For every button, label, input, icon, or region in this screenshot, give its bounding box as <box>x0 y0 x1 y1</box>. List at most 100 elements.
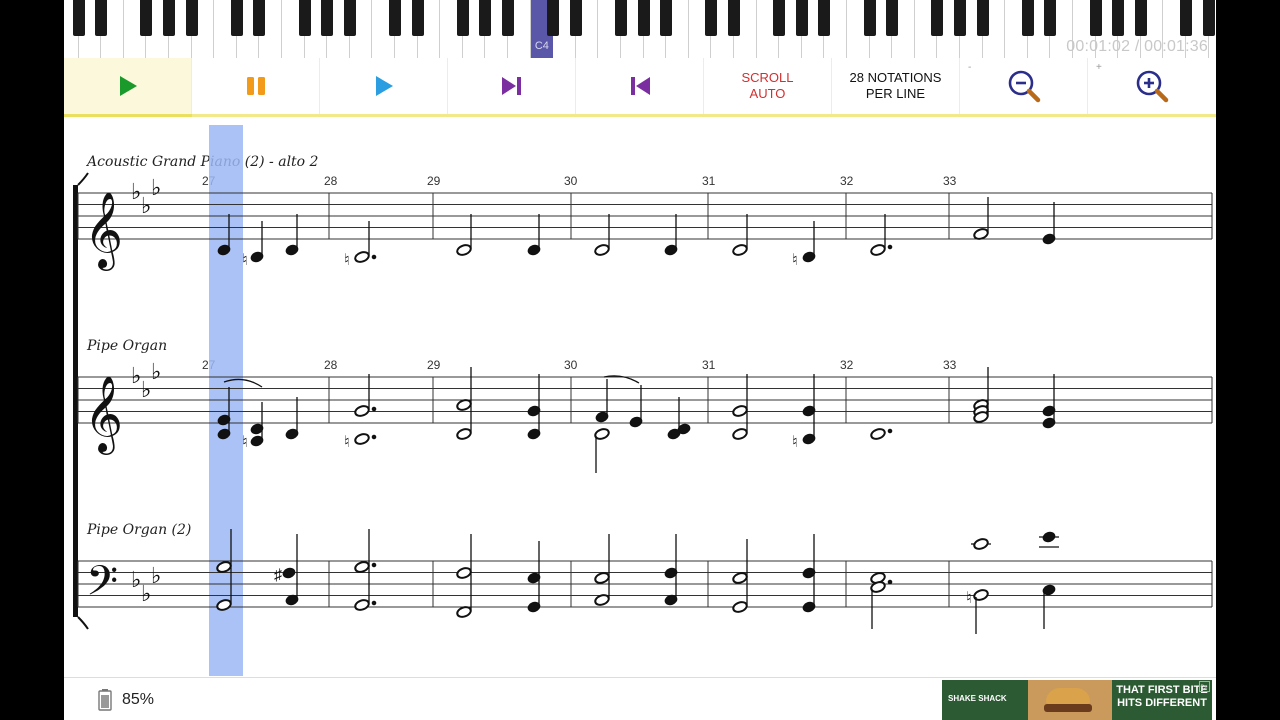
black-key[interactable] <box>705 0 718 36</box>
staff-1 <box>78 192 1212 240</box>
svg-text:♮: ♮ <box>966 590 972 607</box>
status-bar: 85% SHAKE SHACK THAT FIRST BITE HITS DIF… <box>64 677 1216 720</box>
music-notation: 𝄞 𝄞 𝄢 ♭♭♭ ♭♭♭ ♭♭♭ ♮ ♮ ♮ ♮ ♮ ♮ ♯ ♮ <box>73 125 1213 676</box>
c4-key-label: C4 <box>534 40 549 52</box>
black-key[interactable] <box>321 0 334 36</box>
black-key[interactable] <box>773 0 786 36</box>
black-key[interactable] <box>660 0 673 36</box>
black-key[interactable] <box>886 0 899 36</box>
black-key[interactable] <box>456 0 469 36</box>
skip-next-icon <box>501 77 521 95</box>
svg-text:♭: ♭ <box>141 378 151 403</box>
bass-clef-icon: 𝄢 <box>86 557 118 615</box>
black-key[interactable] <box>1112 0 1125 36</box>
black-key[interactable] <box>411 0 424 36</box>
treble-clef-icon: 𝄞 <box>84 191 123 271</box>
black-key[interactable] <box>298 0 311 36</box>
black-key[interactable] <box>1134 0 1147 36</box>
sheet-music-app: C4 00:01:02 / 00:01:36 SCROLL AUTO 28 NO… <box>64 0 1216 720</box>
svg-text:♮: ♮ <box>242 434 248 451</box>
staff-3-notes: ♯ ♮ <box>216 529 1059 634</box>
ad-banner[interactable]: SHAKE SHACK THAT FIRST BITE HITS DIFFERE… <box>942 680 1212 720</box>
skip-next-button[interactable] <box>448 58 576 114</box>
svg-text:♮: ♮ <box>344 252 350 269</box>
svg-text:♮: ♮ <box>344 434 350 451</box>
black-key[interactable] <box>547 0 560 36</box>
play-from-button[interactable] <box>320 58 448 114</box>
svg-text:♭: ♭ <box>151 176 161 201</box>
svg-text:♭: ♭ <box>131 364 141 389</box>
battery-icon <box>98 689 112 711</box>
black-key[interactable] <box>1089 0 1102 36</box>
black-key[interactable] <box>615 0 627 36</box>
notations-per-line-button[interactable]: 28 NOTATIONS PER LINE <box>832 58 960 114</box>
staff-3 <box>78 560 1212 608</box>
black-key[interactable] <box>502 0 514 36</box>
zoom-out-icon <box>1008 70 1040 103</box>
ad-info-icon[interactable]: ▷ <box>1199 681 1210 692</box>
notations-count: 28 NOTATIONS <box>849 70 942 85</box>
pause-button[interactable] <box>192 58 320 114</box>
svg-text:♯: ♯ <box>274 567 282 584</box>
play-from-icon <box>375 76 393 96</box>
black-key[interactable] <box>163 0 175 36</box>
zoom-out-button[interactable]: - <box>960 58 1088 114</box>
ad-tagline: THAT FIRST BITE HITS DIFFERENT <box>1116 684 1208 709</box>
notations-unit: PER LINE <box>865 86 926 101</box>
piano-keyboard[interactable] <box>64 0 1216 59</box>
zoom-in-hint: + <box>1096 62 1102 73</box>
skip-previous-icon <box>630 77 650 95</box>
black-key[interactable] <box>637 0 650 36</box>
playback-time: 00:01:02 / 00:01:36 <box>1066 38 1208 55</box>
staff-1-notes: ♮ ♮ ♮ <box>217 197 1056 269</box>
staff-2-notes: ♮ ♮ ♮ <box>217 367 1056 473</box>
black-key[interactable] <box>185 0 198 36</box>
svg-text:♮: ♮ <box>792 434 798 451</box>
svg-text:♭: ♭ <box>131 568 141 593</box>
black-key[interactable] <box>954 0 966 36</box>
score-area[interactable]: Acoustic Grand Piano (2) - alto 2 Pipe O… <box>64 117 1216 677</box>
black-key[interactable] <box>343 0 356 36</box>
staff-2 <box>78 376 1212 424</box>
black-key[interactable] <box>728 0 740 36</box>
scroll-mode-button[interactable]: SCROLL AUTO <box>704 58 832 114</box>
zoom-in-button[interactable]: + <box>1088 58 1216 114</box>
black-key[interactable] <box>863 0 876 36</box>
svg-text:♭: ♭ <box>151 564 161 589</box>
black-key[interactable] <box>818 0 831 36</box>
black-key[interactable] <box>230 0 243 36</box>
ad-brand: SHAKE SHACK <box>948 694 1007 703</box>
play-icon <box>119 76 137 96</box>
scroll-mode-label: SCROLL <box>741 70 794 85</box>
burger-image <box>1028 680 1112 720</box>
black-key[interactable] <box>95 0 108 36</box>
black-key[interactable] <box>253 0 266 36</box>
treble-clef-icon: 𝄞 <box>84 375 123 455</box>
svg-text:♮: ♮ <box>242 252 248 269</box>
play-button[interactable] <box>64 58 192 114</box>
black-key[interactable] <box>795 0 808 36</box>
black-key[interactable] <box>389 0 401 36</box>
black-key[interactable] <box>931 0 944 36</box>
svg-text:♭: ♭ <box>141 582 151 607</box>
black-key[interactable] <box>569 0 582 36</box>
svg-text:♮: ♮ <box>792 252 798 269</box>
zoom-out-hint: - <box>968 62 972 73</box>
black-key[interactable] <box>1202 0 1215 36</box>
zoom-in-icon <box>1136 70 1169 103</box>
battery-level: 85% <box>122 691 155 708</box>
black-key[interactable] <box>479 0 492 36</box>
pause-icon <box>246 77 265 95</box>
key-signature: ♭♭♭ ♭♭♭ ♭♭♭ <box>131 176 161 607</box>
scroll-mode-value: AUTO <box>749 86 786 101</box>
skip-previous-button[interactable] <box>576 58 704 114</box>
black-key[interactable] <box>1021 0 1034 36</box>
black-key[interactable] <box>140 0 153 36</box>
black-key[interactable] <box>1180 0 1192 36</box>
black-key[interactable] <box>72 0 85 36</box>
black-key[interactable] <box>976 0 989 36</box>
svg-text:♭: ♭ <box>141 194 151 219</box>
black-key[interactable] <box>1044 0 1057 36</box>
playback-toolbar: SCROLL AUTO 28 NOTATIONS PER LINE - + <box>64 58 1216 114</box>
svg-text:♭: ♭ <box>151 360 161 385</box>
